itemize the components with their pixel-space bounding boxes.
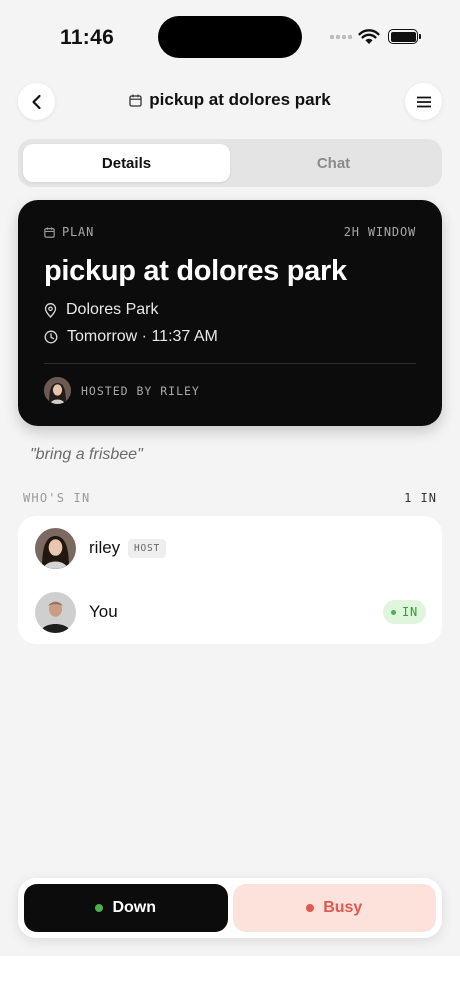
- plan-location-text: Dolores Park: [66, 301, 159, 318]
- host-avatar: [44, 377, 71, 404]
- location-pin-icon: [44, 302, 57, 318]
- attendees-count: 1 IN: [404, 491, 437, 505]
- plan-location: Dolores Park: [44, 301, 158, 319]
- plan-time: Tomorrow · 11:37 AM: [44, 328, 218, 346]
- in-status-label: IN: [401, 605, 418, 619]
- attendee-name: riley: [89, 538, 121, 557]
- attendees-section-label: WHO'S IN: [23, 491, 91, 505]
- green-dot-icon: [95, 904, 104, 912]
- home-indicator-area: [0, 956, 460, 995]
- hosted-by-label: HOSTED BY RILEY: [81, 383, 200, 398]
- avatar: [35, 591, 76, 633]
- tab-details[interactable]: Details: [23, 144, 230, 182]
- wifi-icon: [358, 29, 380, 44]
- plan-host: HOSTED BY RILEY: [44, 377, 200, 404]
- battery-icon: [388, 29, 421, 44]
- menu-button[interactable]: [405, 83, 442, 120]
- plan-time-text: Tomorrow · 11:37 AM: [67, 328, 218, 345]
- page-title: pickup at dolores park: [0, 90, 460, 110]
- attendee-name: You: [89, 602, 118, 621]
- list-item[interactable]: You IN: [18, 580, 442, 644]
- busy-button[interactable]: Busy: [232, 884, 436, 932]
- calendar-icon: [129, 94, 142, 107]
- plan-window: 2H WINDOW: [343, 225, 416, 239]
- host-badge: HOST: [128, 538, 167, 558]
- status-dot-icon: [390, 609, 396, 615]
- calendar-icon: [44, 227, 55, 238]
- in-status-badge: IN: [382, 600, 426, 624]
- plan-kicker-label: PLAN: [62, 225, 95, 239]
- dynamic-island: [158, 16, 302, 58]
- down-button[interactable]: Down: [24, 884, 228, 932]
- plan-card: PLAN 2H WINDOW pickup at dolores park Do…: [18, 200, 442, 426]
- tab-chat[interactable]: Chat: [230, 144, 437, 182]
- clock-icon: [44, 330, 58, 344]
- page-title-text: pickup at dolores park: [149, 90, 331, 109]
- status-time: 11:46: [60, 26, 115, 49]
- down-button-label: Down: [112, 899, 157, 916]
- status-bar: 11:46: [0, 0, 460, 76]
- list-item[interactable]: riley HOST: [18, 516, 442, 580]
- plan-title: pickup at dolores park: [44, 255, 347, 287]
- attendee-list: riley HOST You IN: [18, 516, 442, 644]
- busy-button-label: Busy: [323, 899, 363, 916]
- plan-note: "bring a frisbee": [30, 446, 143, 463]
- red-dot-icon: [306, 904, 315, 912]
- cellular-signal-icon: [330, 35, 352, 39]
- avatar: [35, 527, 76, 569]
- hamburger-menu-icon: [416, 96, 431, 107]
- plan-kicker: PLAN: [44, 225, 94, 239]
- divider: [44, 363, 416, 364]
- rsvp-action-bar: Down Busy: [18, 878, 442, 938]
- tab-switcher: Details Chat: [18, 139, 442, 187]
